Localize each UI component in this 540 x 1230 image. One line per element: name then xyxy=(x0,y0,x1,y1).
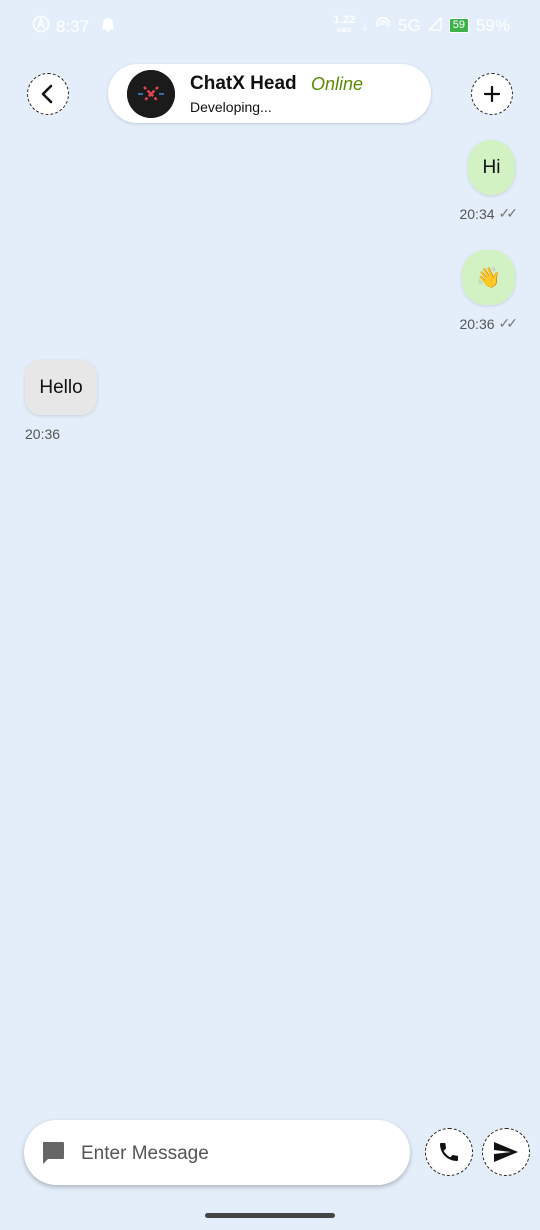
message-text: Hello xyxy=(39,376,83,398)
message-text: Hi xyxy=(482,156,501,178)
chevron-left-icon xyxy=(41,84,53,104)
signal-icon xyxy=(427,15,442,36)
avatar[interactable] xyxy=(127,70,175,118)
message-meta: 20:34 ✓✓ xyxy=(459,205,519,222)
message-text: 👋 xyxy=(476,267,501,289)
message-time: 20:36 xyxy=(459,315,495,332)
chat-header[interactable]: ChatX Head Online Developing... xyxy=(108,64,431,123)
download-arrow-icon: ↓ xyxy=(362,18,369,33)
status-bar: 8:37 1.22 KB/S ↓ 5G 59 59% xyxy=(0,0,540,50)
chatx-logo-icon xyxy=(127,70,175,118)
battery-icon: 59 xyxy=(448,18,469,33)
add-button[interactable] xyxy=(471,73,513,115)
message-input[interactable] xyxy=(79,1120,393,1187)
network-speed: 1.22 KB/S xyxy=(333,13,356,34)
message-bubble-incoming[interactable]: Hello xyxy=(25,360,97,415)
plus-icon xyxy=(483,85,501,103)
app-notification-icon xyxy=(32,15,50,38)
message-time: 20:36 xyxy=(25,426,61,442)
back-button[interactable] xyxy=(27,73,69,115)
chat-bubble-icon xyxy=(40,1140,66,1171)
presence-status: Online xyxy=(311,74,364,94)
notification-bell-icon xyxy=(101,16,115,37)
clock: 8:37 xyxy=(56,16,90,36)
send-button[interactable] xyxy=(482,1128,530,1176)
send-icon xyxy=(494,1142,518,1162)
home-indicator[interactable] xyxy=(205,1213,335,1218)
message-bubble-outgoing[interactable]: Hi xyxy=(468,140,515,195)
message-time: 20:34 xyxy=(459,205,495,222)
message-meta: 20:36 xyxy=(25,426,60,442)
contact-status-text: Developing... xyxy=(190,99,272,115)
read-receipt-icon: ✓✓ xyxy=(498,205,519,221)
message-bubble-outgoing[interactable]: 👋 xyxy=(462,250,515,305)
read-receipt-icon: ✓✓ xyxy=(498,315,519,331)
phone-icon xyxy=(440,1143,458,1161)
network-type: 5G xyxy=(398,15,421,35)
contact-name: ChatX Head xyxy=(190,73,297,94)
call-button[interactable] xyxy=(425,1128,473,1176)
battery-percent: 59% xyxy=(475,15,510,35)
message-meta: 20:36 ✓✓ xyxy=(459,315,519,332)
hotspot-icon xyxy=(375,15,391,36)
message-composer xyxy=(24,1120,410,1187)
